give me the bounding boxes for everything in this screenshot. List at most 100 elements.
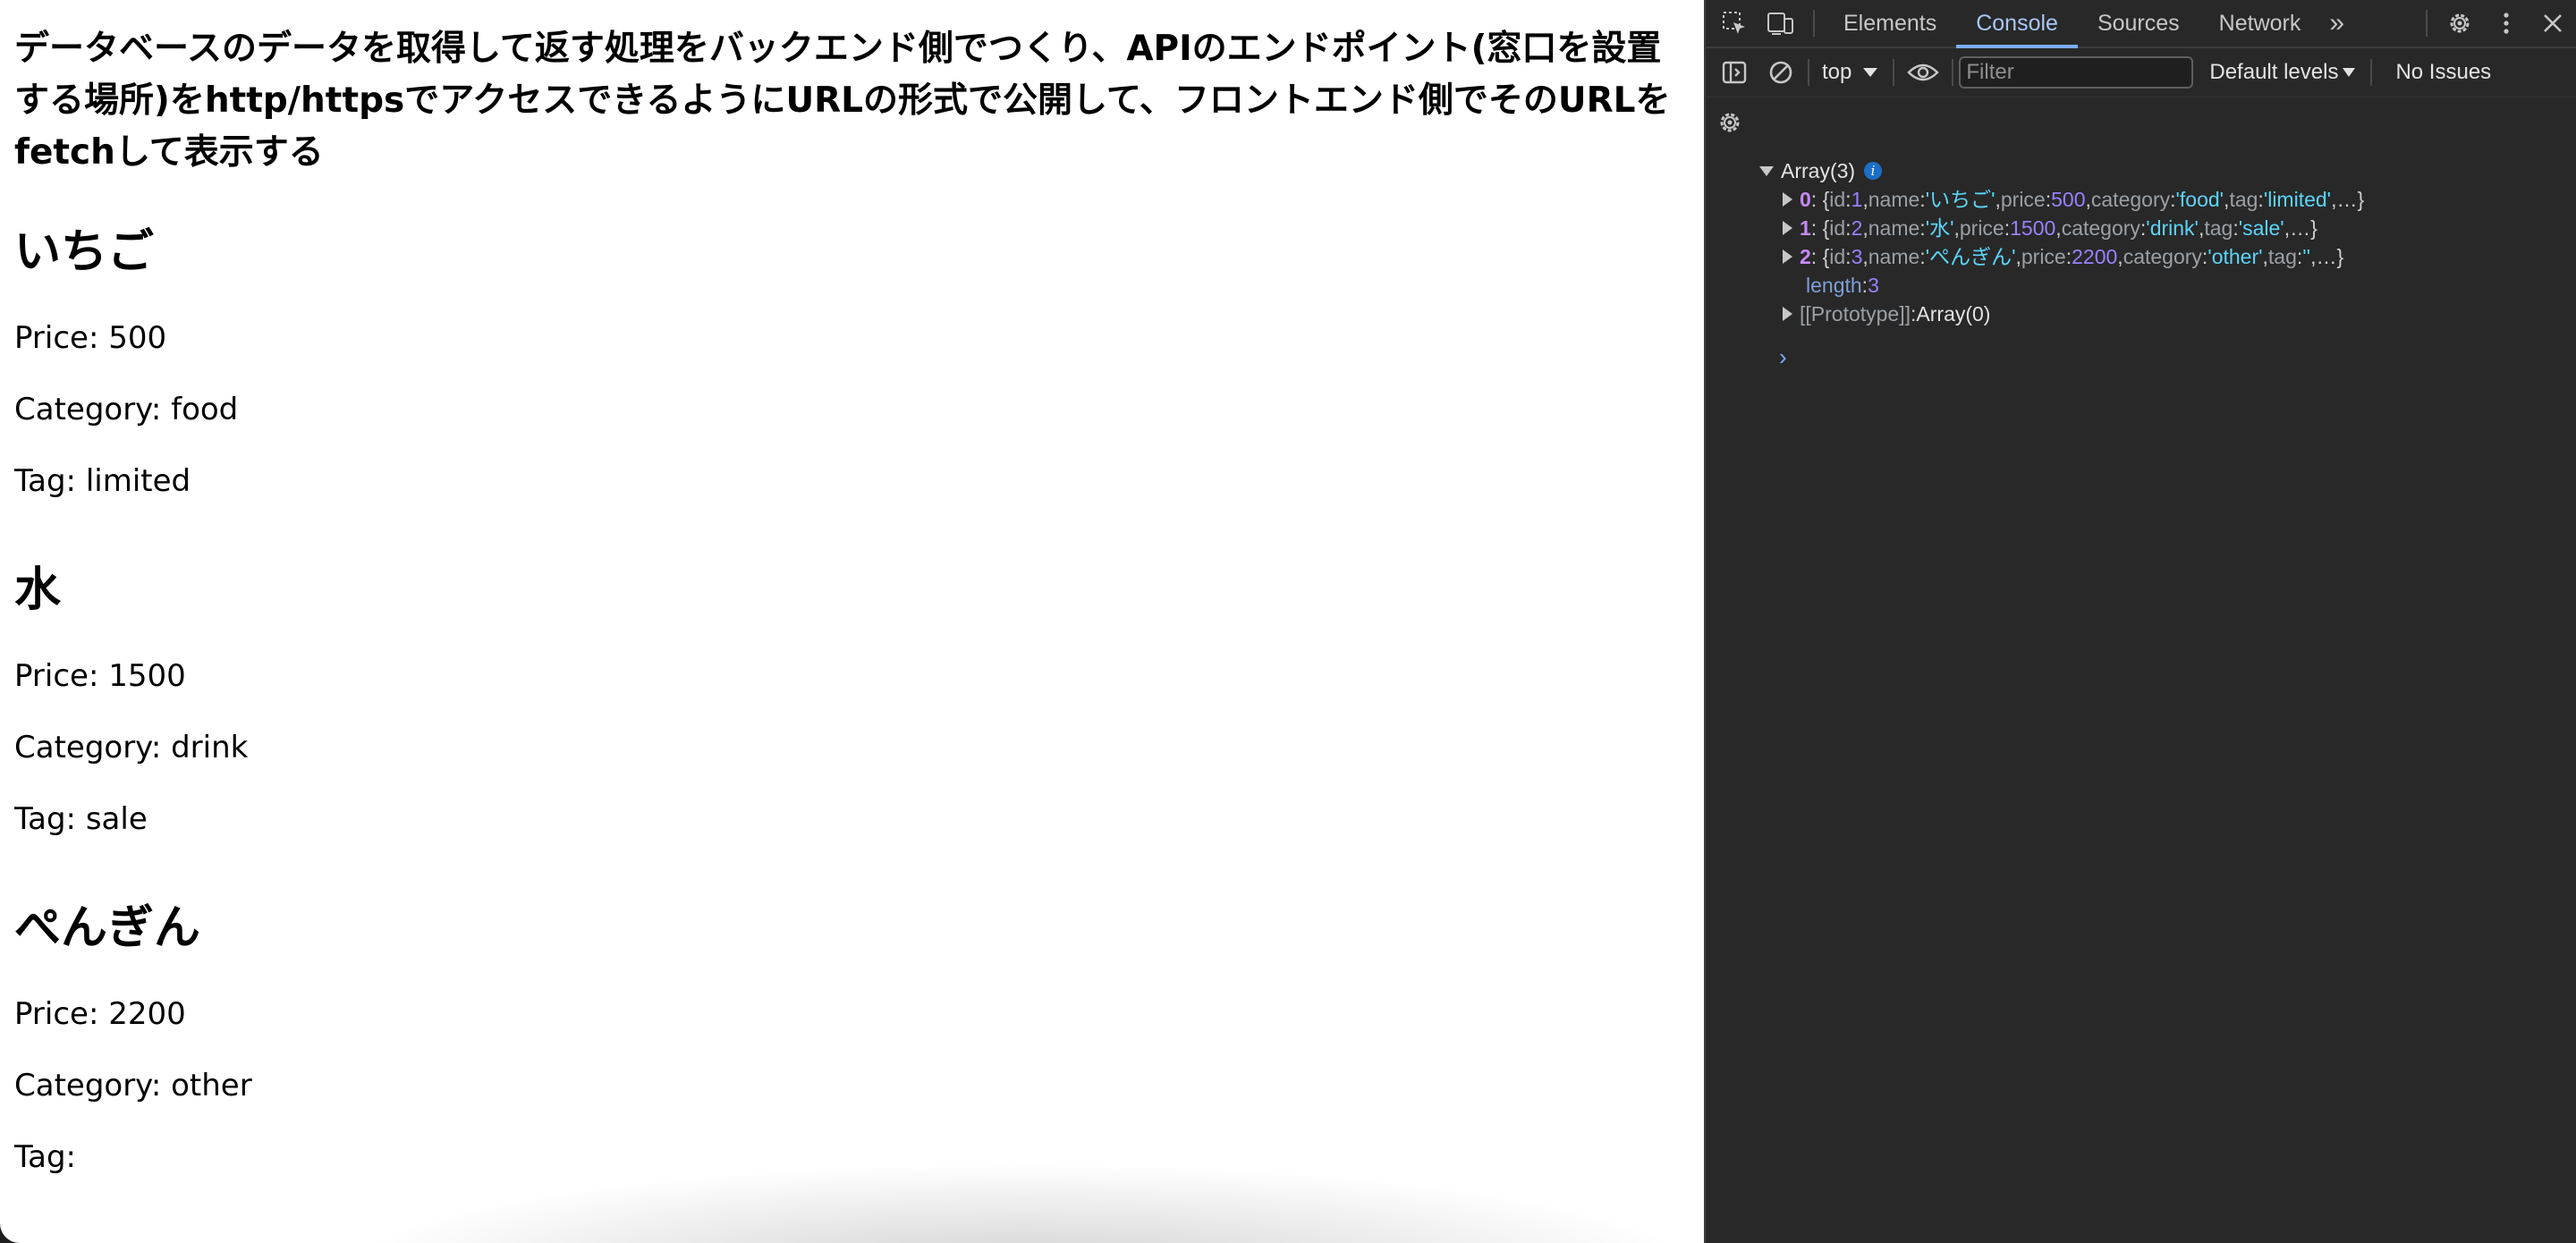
console-settings-row [1706, 97, 2576, 148]
more-tabs-button[interactable]: » [2320, 0, 2353, 47]
array-element-row[interactable]: 1: {id: 2, name: '水', price: 1500, categ… [1759, 214, 2576, 242]
expand-triangle-icon[interactable] [1783, 249, 1792, 264]
devtools-panel: Elements Console Sources Network » top F… [1704, 0, 2576, 1243]
sidebar-toggle-icon[interactable] [1711, 49, 1758, 96]
toolbar-divider [2370, 59, 2373, 86]
prop-key: tag [2204, 216, 2233, 240]
tab-elements[interactable]: Elements [1824, 0, 1956, 47]
toolbar-divider [1893, 59, 1895, 86]
prop-value: 'limited' [2263, 188, 2332, 211]
prop-key: tag [2267, 245, 2297, 268]
length-value: 3 [1868, 274, 1879, 297]
web-page: データベースのデータを取得して返す処理をバックエンド側でつくり、APIのエンドポ… [0, 0, 1704, 1243]
tab-sources[interactable]: Sources [2078, 0, 2199, 47]
info-icon[interactable]: i [1864, 162, 1883, 180]
context-selector[interactable]: top [1813, 60, 1887, 85]
page-heading: データベースのデータを取得して返す処理をバックエンド側でつくり、APIのエンドポ… [14, 29, 1671, 173]
prop-key: price [2000, 188, 2046, 211]
product-category: Category: drink [14, 730, 249, 765]
toolbar-divider [2426, 10, 2428, 37]
product-price: Price: 500 [14, 320, 167, 356]
ellipsis: … [2336, 188, 2358, 211]
prop-key: name [1868, 216, 1920, 240]
console-filter-input[interactable] [1959, 56, 2194, 89]
prop-value: 'food' [2175, 188, 2224, 211]
dropdown-arrow-icon [1863, 68, 1878, 77]
dropdown-arrow-icon [2343, 68, 2356, 77]
prop-value: 'sale' [2238, 216, 2284, 240]
array-index: 0 [1800, 188, 1811, 211]
prop-key: name [1868, 245, 1920, 268]
prop-value: 'drink' [2146, 216, 2199, 240]
clear-console-icon[interactable] [1758, 49, 1804, 96]
prop-value: 500 [2051, 188, 2086, 211]
prototype-key: [[Prototype]] [1800, 302, 1911, 326]
log-levels-label: Default levels [2209, 60, 2339, 84]
expand-triangle-icon[interactable] [1783, 192, 1792, 207]
prop-key: id [1829, 216, 1846, 240]
device-toolbar-icon[interactable] [1758, 0, 1804, 47]
log-levels-dropdown[interactable]: Default levels [2209, 60, 2356, 85]
ellipsis: … [2290, 216, 2311, 240]
toolbar-divider [1808, 59, 1809, 86]
kebab-menu-icon[interactable] [2483, 0, 2529, 47]
prop-value: 'いちご' [1925, 188, 1996, 211]
product-tag: Tag: sale [14, 801, 148, 837]
prop-key: price [2021, 245, 2066, 268]
product-item: 水 Price: 1500 Category: drink Tag: sale [14, 563, 1704, 855]
prop-value: 3 [1851, 245, 1863, 268]
console-settings-gear-icon[interactable] [1716, 109, 1743, 136]
tab-console[interactable]: Console [1956, 0, 2078, 48]
gear-icon[interactable] [2436, 0, 2483, 47]
page-bottom-shadow [340, 1163, 1704, 1243]
console-output: Array(3) i 0: {id: 1, name: 'いちご', price… [1706, 156, 2576, 371]
prop-value: 1 [1851, 188, 1863, 211]
array-index: 1 [1800, 216, 1811, 240]
array-element-row[interactable]: 2: {id: 3, name: 'ぺんぎん', price: 2200, ca… [1759, 242, 2576, 271]
prop-key: id [1829, 245, 1846, 268]
product-item: ぺんぎん Price: 2200 Category: other Tag: [14, 901, 1704, 1193]
ellipsis: … [2316, 245, 2337, 268]
product-name: いちご [14, 225, 155, 279]
prop-key: tag [2229, 188, 2258, 211]
prop-key: id [1829, 188, 1846, 211]
prop-value: '水' [1925, 216, 1954, 240]
close-icon[interactable] [2529, 0, 2576, 47]
prop-key: name [1868, 188, 1920, 211]
issues-counter[interactable]: No Issues [2395, 60, 2491, 85]
expand-triangle-icon[interactable] [1783, 221, 1792, 235]
array-log-entry[interactable]: Array(3) i [1759, 156, 2576, 185]
context-label: top [1822, 60, 1852, 84]
prop-value: 'other' [2207, 245, 2263, 268]
collapse-triangle-icon[interactable] [1759, 165, 1774, 176]
prop-value: 2200 [2072, 245, 2118, 268]
product-category: Category: food [14, 392, 239, 427]
prop-value: 2 [1851, 216, 1863, 240]
prop-key: category [2090, 188, 2171, 211]
prop-key: category [2123, 245, 2202, 268]
prototype-value: Array(0) [1916, 302, 1991, 326]
prop-value: '' [2302, 245, 2311, 268]
inspect-element-icon[interactable] [1711, 0, 1758, 47]
product-price: Price: 2200 [14, 996, 186, 1032]
tab-network[interactable]: Network [2199, 0, 2321, 47]
product-item: いちご Price: 500 Category: food Tag: limit… [14, 225, 1704, 517]
toolbar-divider [1952, 59, 1954, 86]
product-tag: Tag: limited [14, 463, 191, 499]
eye-icon[interactable] [1900, 49, 1946, 96]
product-category: Category: other [14, 1068, 252, 1103]
array-index: 2 [1800, 245, 1811, 268]
prototype-row[interactable]: [[Prototype]]: Array(0) [1759, 300, 2576, 328]
array-label: Array(3) [1781, 159, 1856, 182]
prop-key: price [1959, 216, 2004, 240]
prop-value: 'ぺんぎん' [1925, 245, 2016, 268]
length-row: length: 3 [1759, 271, 2576, 300]
array-element-row[interactable]: 0: {id: 1, name: 'いちご', price: 500, cate… [1759, 185, 2576, 214]
product-price: Price: 1500 [14, 658, 186, 694]
console-prompt-icon[interactable]: › [1779, 342, 2576, 371]
expand-triangle-icon[interactable] [1783, 307, 1792, 321]
toolbar-divider [1813, 10, 1815, 37]
prop-value: 1500 [2010, 216, 2056, 240]
length-key: length [1806, 274, 1862, 297]
prop-key: category [2061, 216, 2140, 240]
